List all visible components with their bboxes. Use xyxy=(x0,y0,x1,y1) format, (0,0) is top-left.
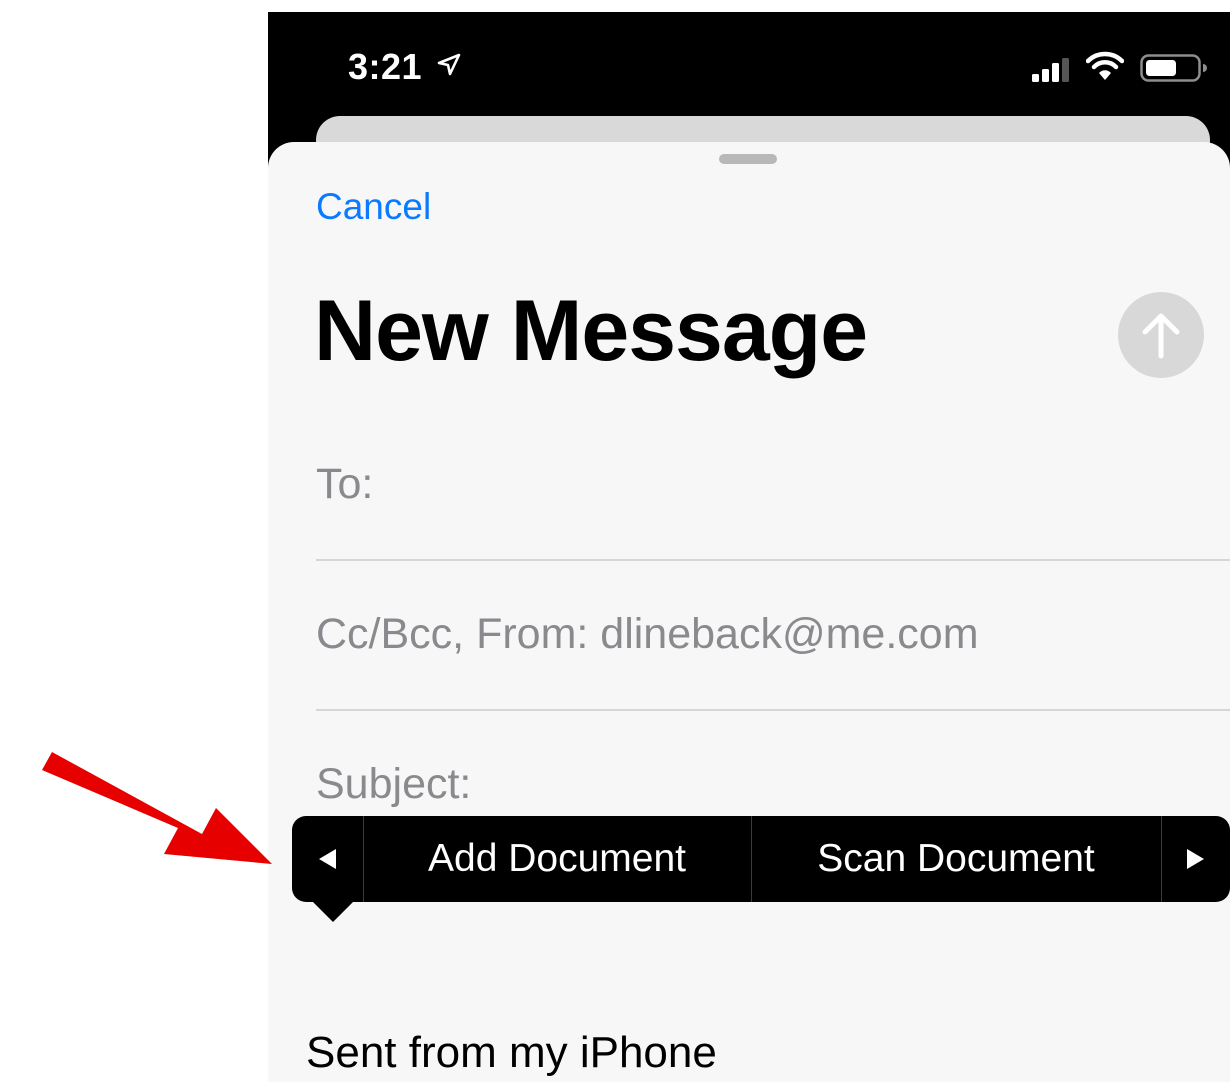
divider xyxy=(316,559,1230,561)
callout-next-button[interactable] xyxy=(1162,816,1230,902)
message-body-signature[interactable]: Sent from my iPhone xyxy=(306,1028,717,1078)
add-document-button[interactable]: Add Document xyxy=(364,816,750,902)
subject-field[interactable]: Subject: xyxy=(316,760,471,809)
triangle-left-icon xyxy=(319,849,336,869)
screenshot-stage: 3:21 Cancel New Message To: Cc/Bcc, From… xyxy=(0,0,1230,1082)
arrow-up-icon xyxy=(1142,313,1180,359)
cellular-signal-icon xyxy=(1032,58,1069,82)
send-button[interactable] xyxy=(1118,292,1204,378)
wifi-icon xyxy=(1086,51,1124,80)
red-annotation-arrow-icon xyxy=(42,752,272,864)
page-title: New Message xyxy=(314,283,868,379)
callout-tail xyxy=(311,900,355,922)
location-arrow-icon xyxy=(437,53,461,76)
triangle-right-icon xyxy=(1187,849,1204,869)
cc-bcc-from-field[interactable]: Cc/Bcc, From: dlineback@me.com xyxy=(316,610,979,659)
phone-screen: 3:21 Cancel New Message To: Cc/Bcc, From… xyxy=(268,12,1230,1082)
status-bar: 3:21 xyxy=(268,12,1230,122)
compose-sheet: Cancel New Message To: Cc/Bcc, From: dli… xyxy=(268,142,1230,1082)
scan-document-button[interactable]: Scan Document xyxy=(752,816,1160,902)
cancel-button[interactable]: Cancel xyxy=(316,186,431,228)
callout-prev-button[interactable] xyxy=(292,816,362,902)
divider xyxy=(316,709,1230,711)
sheet-grabber[interactable] xyxy=(719,154,777,164)
to-field[interactable]: To: xyxy=(316,460,373,509)
edit-callout-menu: Add Document Scan Document xyxy=(292,816,1230,902)
battery-icon xyxy=(1140,54,1207,82)
status-time: 3:21 xyxy=(348,46,423,87)
